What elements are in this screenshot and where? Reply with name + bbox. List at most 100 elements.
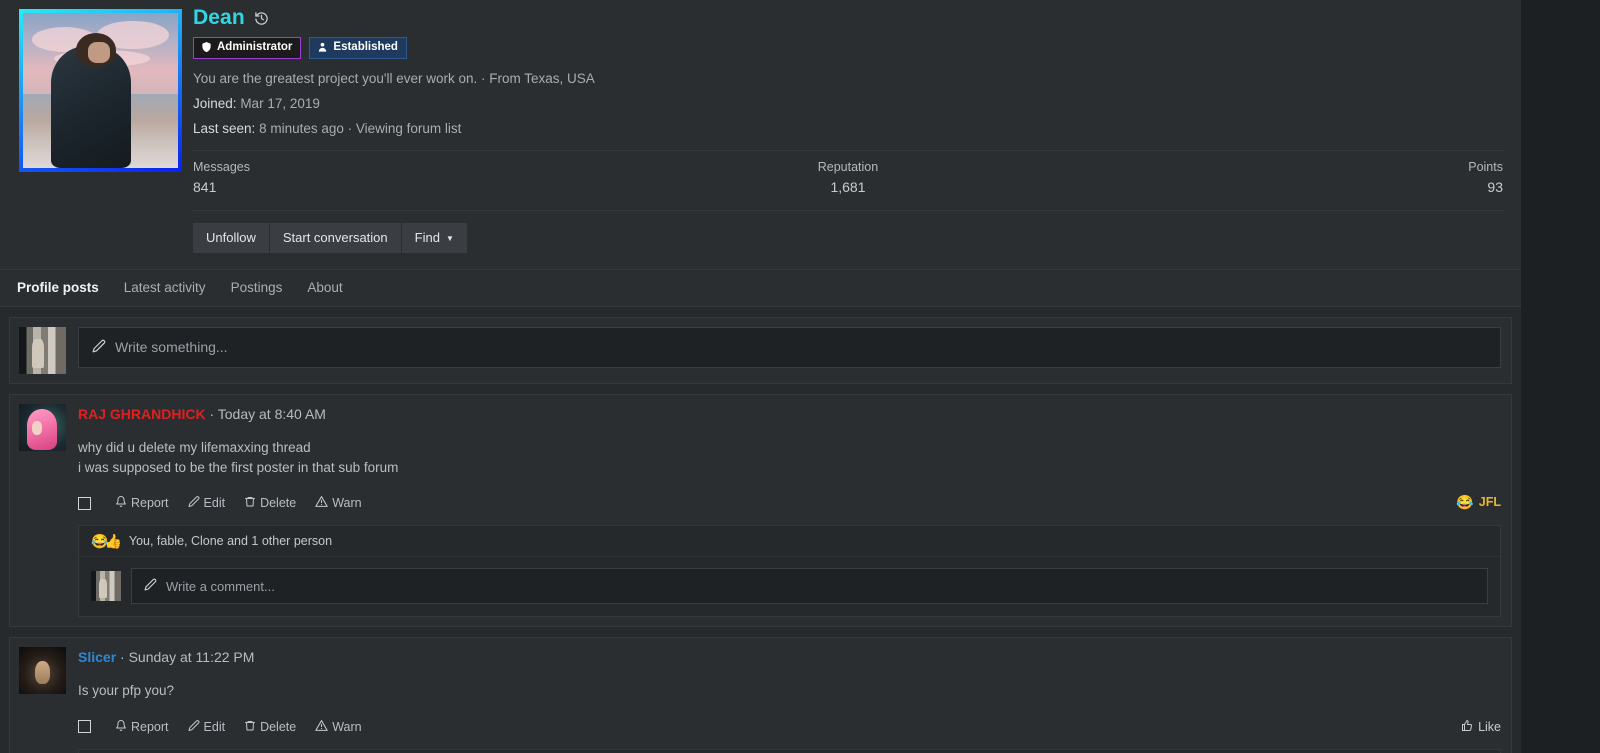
action-label: Edit — [203, 496, 226, 511]
post-header: Slicer · Sunday at 11:22 PM — [78, 649, 1501, 665]
thumbs-up-icon — [1461, 719, 1473, 735]
avatar-image — [19, 647, 66, 695]
find-button[interactable]: Find — [401, 222, 467, 253]
reaction-text: You, fable, Clone and 1 other person — [128, 534, 333, 549]
profile-tabs: Profile posts Latest activity Postings A… — [0, 268, 1521, 307]
unfollow-button[interactable]: Unfollow — [193, 222, 269, 253]
user-icon — [317, 41, 328, 53]
tab-postings[interactable]: Postings — [231, 271, 296, 304]
post-author[interactable]: RAJ GHRANDHICK — [78, 406, 206, 422]
action-label: Edit — [203, 719, 226, 734]
pencil-icon — [92, 339, 106, 356]
avatar-image — [19, 403, 66, 451]
stat-points[interactable]: Points 93 — [1068, 160, 1505, 195]
action-label: Report — [131, 719, 169, 734]
post-author[interactable]: Slicer — [78, 649, 116, 665]
avatar[interactable] — [19, 647, 66, 695]
avatar-face — [88, 42, 110, 63]
badge-list: Administrator Established — [193, 37, 1505, 59]
post-timestamp[interactable]: Sunday at 11:22 PM — [129, 649, 255, 665]
thumbs-up-emoji-icon: 👍 — [104, 533, 122, 550]
joined-value: Mar 17, 2019 — [240, 95, 320, 111]
badge-established[interactable]: Established — [309, 37, 407, 59]
badge-label: Established — [333, 41, 398, 53]
profile-page: Dean Administrator Established You are t… — [0, 0, 1600, 753]
pencil-icon — [188, 719, 200, 735]
profile-post: Slicer · Sunday at 11:22 PM Is your pfp … — [9, 637, 1512, 753]
pencil-icon — [188, 495, 200, 511]
composer-block: Write something... — [9, 316, 1512, 384]
stat-value: 1,681 — [830, 178, 866, 195]
warn-action[interactable]: Warn — [315, 719, 362, 735]
stat-label: Points — [1468, 159, 1503, 174]
shield-icon — [201, 41, 212, 53]
edit-action[interactable]: Edit — [188, 495, 226, 511]
tab-latest-activity[interactable]: Latest activity — [124, 271, 219, 304]
stat-messages[interactable]: Messages 841 — [193, 160, 630, 195]
action-label: Report — [131, 496, 169, 511]
post-separator: · — [120, 649, 125, 666]
reaction-summary[interactable]: 👍 😂 RAJ GHRANDHICK, fable, Flame, Falcon… — [79, 750, 1500, 753]
post-select-checkbox-wrap[interactable] — [78, 496, 91, 510]
badge-administrator[interactable]: Administrator — [193, 37, 302, 59]
checkbox-icon[interactable] — [78, 496, 91, 510]
write-something-input[interactable]: Write something... — [78, 326, 1501, 368]
bell-icon — [115, 719, 127, 735]
page-right-gutter — [1521, 0, 1600, 753]
profile-actions: Unfollow Start conversation Find — [193, 209, 1505, 269]
delete-action[interactable]: Delete — [244, 719, 296, 735]
stat-value: 841 — [193, 178, 217, 195]
jfl-reaction-button[interactable]: 😂 JFL — [1456, 495, 1501, 509]
action-label: Delete — [260, 496, 297, 511]
trash-icon — [244, 719, 256, 735]
edit-action[interactable]: Edit — [188, 719, 226, 735]
content-column: Dean Administrator Established You are t… — [0, 0, 1521, 753]
post-header: RAJ GHRANDHICK · Today at 8:40 AM — [78, 406, 1501, 422]
page-title: Dean — [193, 6, 245, 29]
report-action[interactable]: Report — [115, 495, 169, 511]
avatar[interactable] — [19, 9, 182, 172]
reaction-emojis: 😂 👍 — [91, 534, 122, 548]
tab-about[interactable]: About — [307, 271, 355, 304]
delete-action[interactable]: Delete — [244, 495, 296, 511]
post-select-checkbox-wrap[interactable] — [78, 720, 91, 734]
username-row: Dean — [193, 6, 1505, 30]
post-action-row: Report Edit — [78, 719, 1501, 735]
like-reaction-button[interactable]: Like — [1461, 719, 1501, 735]
profile-header: Dean Administrator Established You are t… — [0, 0, 1521, 269]
write-comment-input[interactable]: Write a comment... — [131, 568, 1488, 605]
start-conversation-button[interactable]: Start conversation — [269, 222, 401, 253]
warn-action[interactable]: Warn — [315, 495, 362, 511]
reaction-label: Like — [1478, 719, 1501, 734]
stat-reputation[interactable]: Reputation 1,681 — [630, 160, 1067, 195]
avatar[interactable] — [19, 403, 66, 451]
post-line: i was supposed to be the first poster in… — [78, 460, 399, 476]
reaction-summary[interactable]: 😂 👍 You, fable, Clone and 1 other person — [79, 526, 1500, 558]
avatar[interactable] — [19, 326, 66, 374]
action-label: Warn — [332, 496, 362, 511]
reaction-label: JFL — [1478, 495, 1501, 510]
post-line: why did u delete my lifemaxxing thread — [78, 439, 311, 455]
post-comments: 👍 😂 RAJ GHRANDHICK, fable, Flame, Falcon… — [78, 748, 1501, 753]
stat-label: Messages — [193, 159, 250, 174]
post-timestamp[interactable]: Today at 8:40 AM — [218, 406, 326, 422]
composer-placeholder: Write something... — [115, 339, 228, 356]
last-seen-value: 8 minutes ago · Viewing forum list — [259, 120, 462, 136]
post-text: why did u delete my lifemaxxing thread i… — [78, 439, 1501, 477]
report-action[interactable]: Report — [115, 719, 169, 735]
checkbox-icon[interactable] — [78, 720, 91, 734]
avatar[interactable] — [91, 571, 121, 602]
last-seen-label: Last seen: — [193, 120, 256, 136]
profile-details: Dean Administrator Established You are t… — [185, 0, 1521, 269]
bell-icon — [115, 495, 127, 511]
composer-body: Write something... — [78, 326, 1501, 374]
profile-bio: You are the greatest project you'll ever… — [193, 70, 595, 86]
comment-composer-row: Write a comment... — [79, 557, 1500, 616]
post-text: Is your pfp you? — [78, 682, 1501, 700]
profile-post: RAJ GHRANDHICK · Today at 8:40 AM why di… — [9, 393, 1512, 628]
tab-profile-posts[interactable]: Profile posts — [17, 271, 112, 304]
joy-emoji-icon: 😂 — [1456, 494, 1474, 511]
history-icon[interactable] — [254, 11, 269, 26]
post-comments: 😂 👍 You, fable, Clone and 1 other person — [78, 525, 1501, 618]
warning-icon — [315, 719, 328, 735]
